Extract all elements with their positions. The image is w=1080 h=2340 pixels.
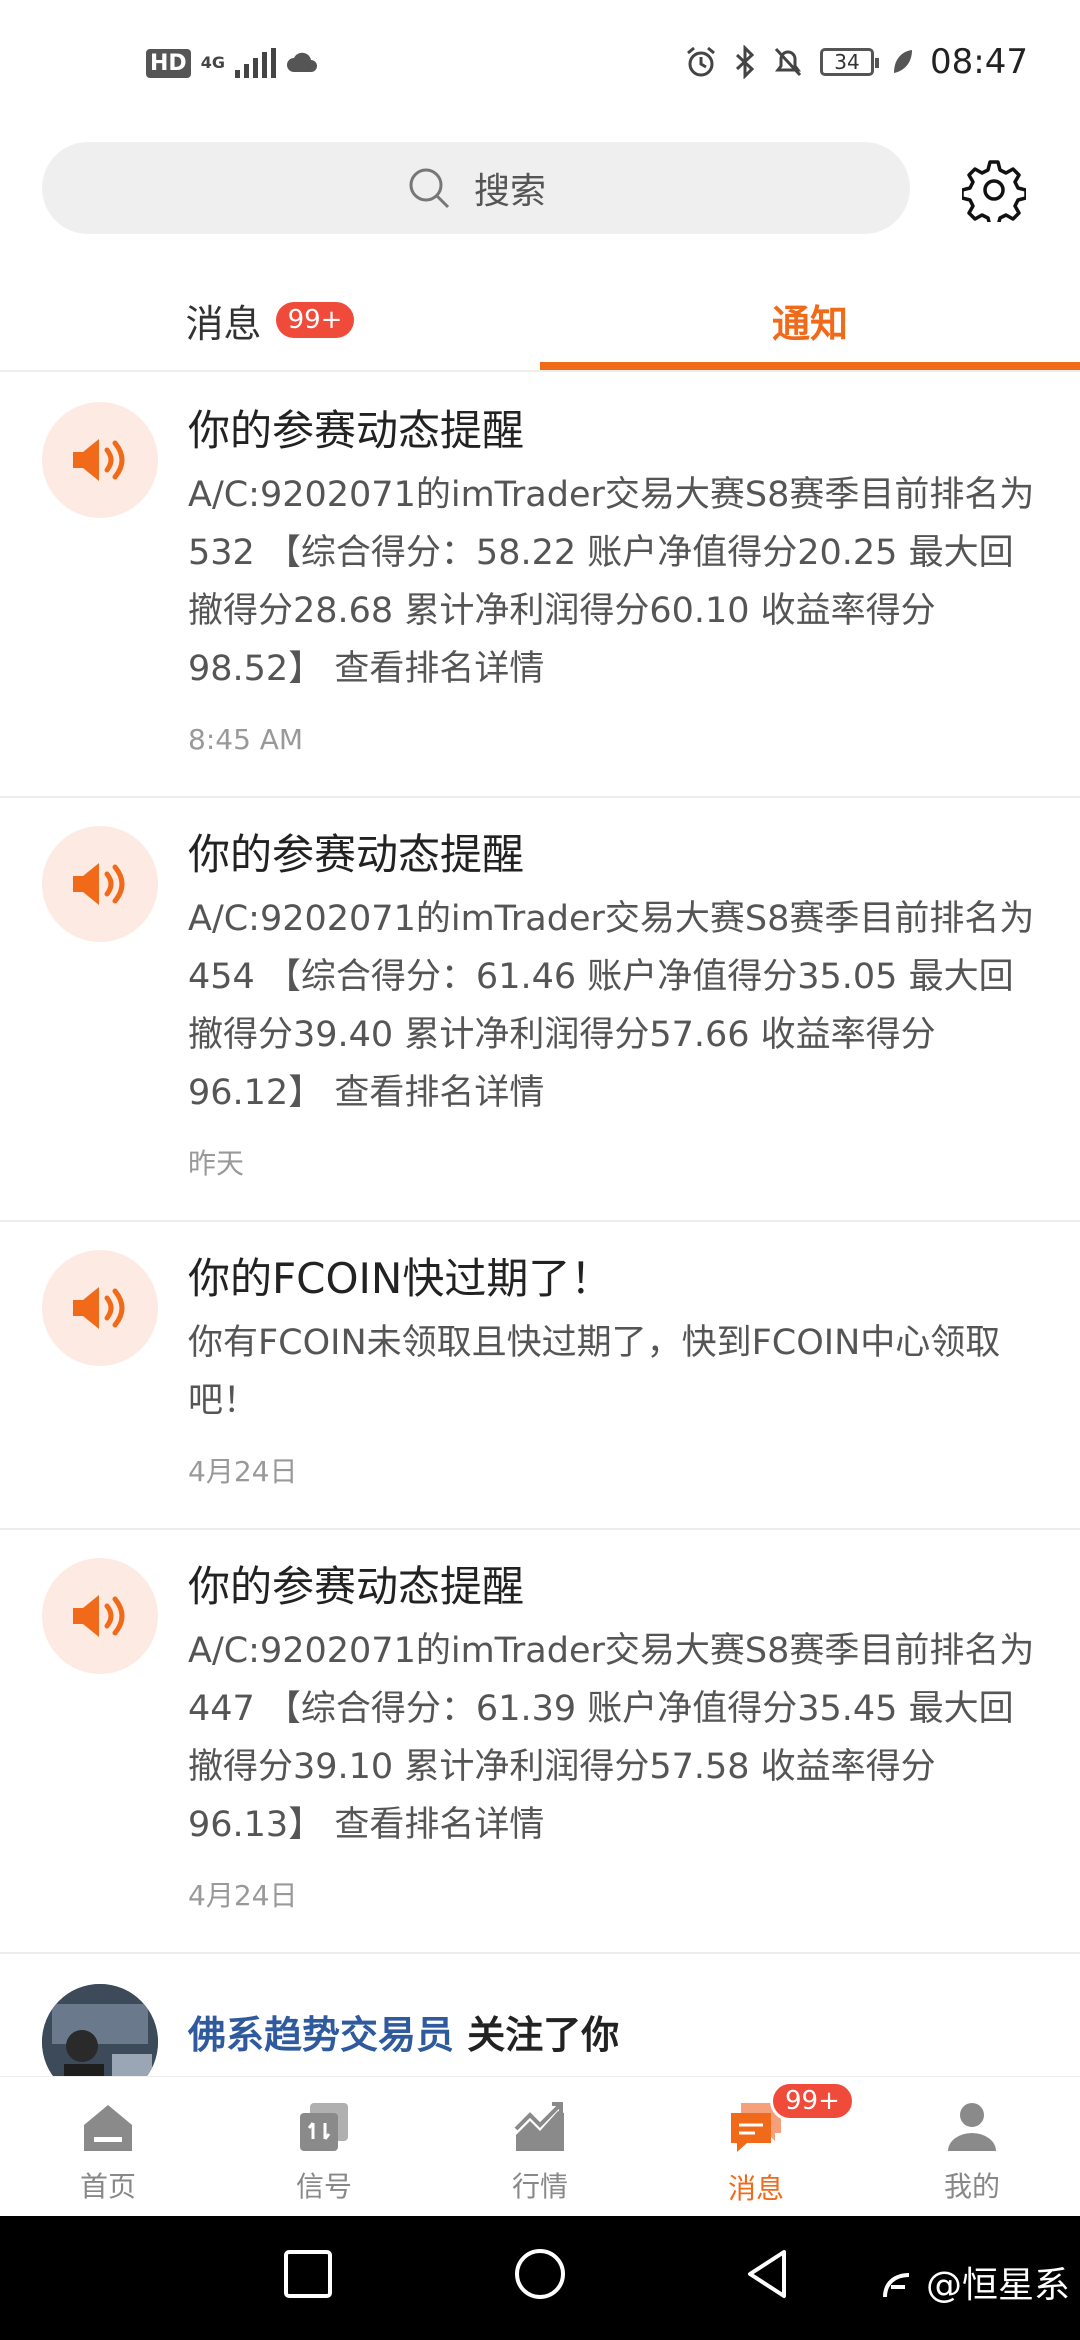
- notification-body: 你有FCOIN未领取且快过期了，快到FCOIN中心领取吧！: [188, 1323, 1001, 1421]
- back-button[interactable]: [742, 2246, 794, 2302]
- recent-apps-button[interactable]: [282, 2246, 334, 2302]
- notification-item[interactable]: 你的参赛动态提醒 A/C:9202071的imTrader交易大赛S8赛季目前排…: [0, 1530, 1080, 1954]
- cloud-icon: [286, 52, 317, 72]
- nav-market-label: 行情: [511, 2170, 568, 2203]
- notification-title: 你的FCOIN快过期了！: [188, 1254, 613, 1303]
- notification-title: 你的参赛动态提醒: [188, 1562, 525, 1611]
- leaf-icon: [894, 50, 913, 73]
- notification-time: 4月24日: [188, 1879, 298, 1912]
- notification-body: A/C:9202071的imTrader交易大赛S8赛季目前排名为447 【综合…: [188, 1631, 1035, 1845]
- gear-icon: [962, 160, 1026, 222]
- signal-strength-icon: [234, 48, 276, 78]
- tab-notices[interactable]: 通知: [540, 270, 1080, 370]
- system-nav-bar: @恒星系: [0, 2216, 1080, 2340]
- notification-item[interactable]: 你的参赛动态提醒 A/C:9202071的imTrader交易大赛S8赛季目前排…: [0, 798, 1080, 1222]
- search-placeholder: 搜索: [473, 171, 546, 212]
- clock: 08:47: [930, 42, 1028, 82]
- notification-time: 4月24日: [188, 1455, 298, 1488]
- notification-body: A/C:9202071的imTrader交易大赛S8赛季目前排名为454 【综合…: [188, 899, 1035, 1113]
- tab-messages[interactable]: 消息 99+: [0, 270, 540, 370]
- profile-icon: [948, 2103, 996, 2151]
- hd-indicator: HD: [146, 48, 191, 78]
- header: 搜索: [0, 130, 1080, 250]
- speaker-icon: [42, 1558, 158, 1674]
- notification-body: A/C:9202071的imTrader交易大赛S8赛季目前排名为532 【综合…: [188, 475, 1035, 689]
- notification-time: 昨天: [188, 1147, 245, 1180]
- status-right: 34 08:47: [684, 42, 1028, 82]
- notification-item[interactable]: 你的FCOIN快过期了！ 你有FCOIN未领取且快过期了，快到FCOIN中心领取…: [0, 1222, 1080, 1530]
- messages-unread-badge: 99+: [275, 302, 355, 338]
- follow-text: 佛系趋势交易员 关注了你: [188, 2004, 619, 2059]
- follower-name-link[interactable]: 佛系趋势交易员: [188, 2013, 454, 2057]
- nav-home-label: 首页: [79, 2170, 136, 2203]
- active-tab-indicator: [540, 362, 1080, 370]
- search-input[interactable]: 搜索: [42, 142, 910, 234]
- search-icon: [409, 168, 450, 209]
- nav-messages[interactable]: 消息 99+: [648, 2077, 864, 2217]
- notification-item[interactable]: 你的参赛动态提醒 A/C:9202071的imTrader交易大赛S8赛季目前排…: [0, 374, 1080, 798]
- alarm-icon: [687, 46, 715, 77]
- speaker-icon: [42, 1250, 158, 1366]
- speaker-icon: [42, 826, 158, 942]
- tab-notices-label: 通知: [771, 301, 848, 346]
- nav-profile[interactable]: 我的: [864, 2077, 1080, 2217]
- notification-time: 8:45 AM: [188, 723, 304, 756]
- nav-profile-label: 我的: [943, 2170, 1000, 2203]
- settings-button[interactable]: [958, 154, 1030, 226]
- bluetooth-icon: [735, 45, 755, 79]
- follow-notification-item[interactable]: 佛系趋势交易员 关注了你: [0, 1954, 1080, 2100]
- status-left: HD 4G: [146, 48, 318, 78]
- market-chart-icon: [514, 2102, 564, 2151]
- home-icon: [84, 2105, 132, 2151]
- status-bar: HD 4G 34 08:47: [0, 0, 1080, 130]
- nav-messages-badge: 99+: [770, 2081, 855, 2121]
- notification-title: 你的参赛动态提醒: [188, 406, 525, 455]
- nav-home[interactable]: 首页: [0, 2077, 216, 2217]
- tab-messages-label: 消息: [185, 301, 262, 346]
- signal-icon: [300, 2103, 348, 2151]
- speaker-icon: [42, 402, 158, 518]
- nav-signal-label: 信号: [295, 2170, 352, 2203]
- watermark: @恒星系: [879, 2256, 1070, 2308]
- battery-icon: 34: [820, 48, 880, 76]
- nav-signal[interactable]: 信号: [216, 2077, 432, 2217]
- network-type: 4G: [200, 53, 225, 72]
- bottom-nav: 首页 信号 行情 消息 99+ 我的: [0, 2076, 1080, 2216]
- tab-bar: 消息 99+ 通知: [0, 270, 1080, 372]
- notification-list[interactable]: 你的参赛动态提醒 A/C:9202071的imTrader交易大赛S8赛季目前排…: [0, 374, 1080, 2100]
- logo-icon: [882, 2273, 909, 2298]
- home-button[interactable]: [512, 2246, 568, 2302]
- follow-action: 关注了你: [467, 2013, 620, 2057]
- mute-bell-icon: [774, 47, 802, 77]
- nav-market[interactable]: 行情: [432, 2077, 648, 2217]
- watermark-text: @恒星系: [925, 2265, 1070, 2306]
- nav-messages-label: 消息: [727, 2172, 784, 2205]
- notification-title: 你的参赛动态提醒: [188, 830, 525, 879]
